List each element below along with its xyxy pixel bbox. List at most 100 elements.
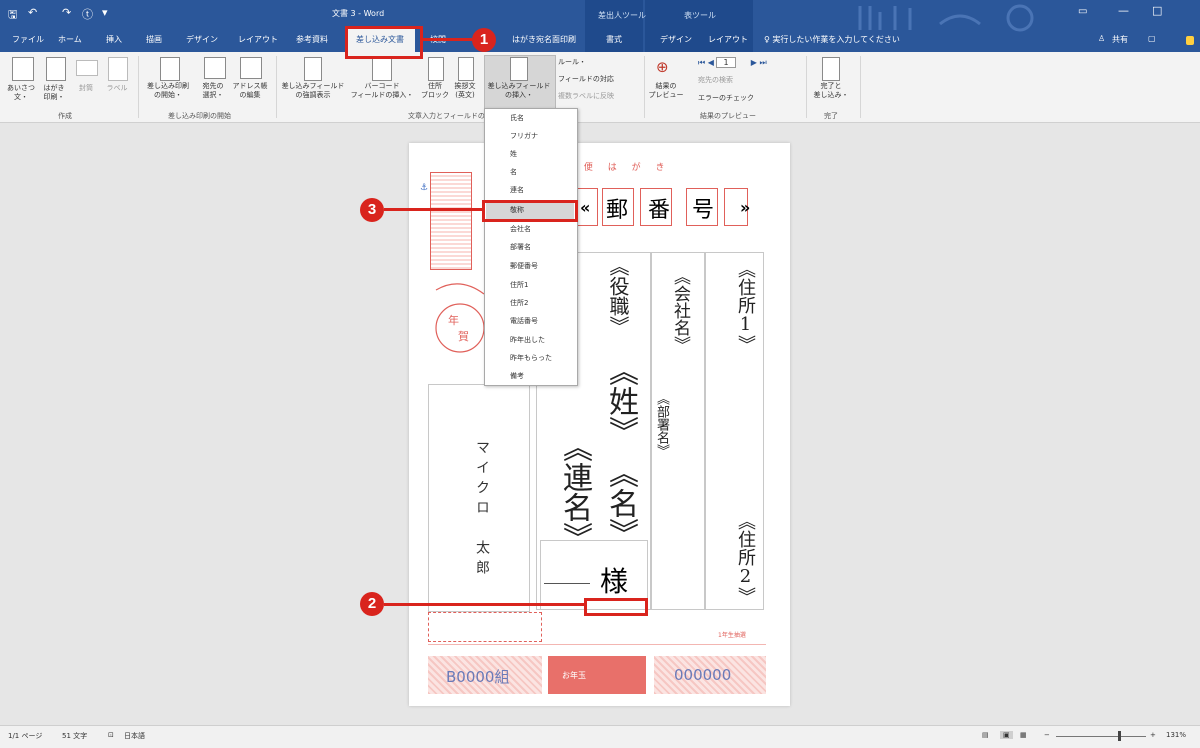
title-field: 《役職》	[606, 256, 630, 336]
highlight-fields-button[interactable]: 差し込みフィールド の強調表示	[280, 82, 346, 100]
qat-more-icon[interactable]: ▾	[102, 6, 108, 19]
word-count[interactable]: 51 文字	[62, 731, 87, 741]
share-button[interactable]: 共有	[1112, 34, 1128, 45]
sender-name: マイクロ 太郎	[474, 440, 490, 580]
notification-icon[interactable]	[1186, 36, 1194, 45]
match-fields-button[interactable]: フィールドの対応	[558, 75, 614, 84]
start-merge-button[interactable]: 差し込み印刷 の開始・	[142, 82, 194, 100]
dropdown-item[interactable]: 名	[510, 167, 517, 177]
company-field: 《会社名》	[670, 268, 690, 353]
tab-table-design[interactable]: デザイン	[660, 34, 692, 45]
callout-line	[384, 603, 584, 606]
find-recipient-button[interactable]: 宛先の検索	[698, 76, 733, 85]
context-group-table: 表ツール	[684, 11, 716, 20]
envelope-button[interactable]: 封筒	[76, 84, 96, 93]
zoom-in-icon[interactable]: +	[1150, 731, 1156, 739]
read-mode-icon[interactable]: ▤	[982, 731, 989, 739]
window-title: 文書 3 - Word	[332, 9, 385, 18]
rules-button[interactable]: ルール・	[558, 58, 586, 67]
minimize-icon[interactable]: —	[1118, 4, 1129, 17]
svg-text:年: 年	[448, 313, 459, 327]
postal-field-open: «	[580, 198, 591, 217]
page-count[interactable]: 1/1 ページ	[8, 731, 42, 741]
check-errors-button[interactable]: エラーのチェック	[698, 94, 754, 103]
greeting-line-icon	[458, 57, 474, 81]
comments-icon[interactable]: ▢	[1148, 34, 1156, 43]
dropdown-item[interactable]: 部署名	[510, 242, 531, 252]
language[interactable]: 日本語	[124, 731, 145, 741]
tell-me-box[interactable]: ♀ 実行したい作業を入力してください	[764, 34, 900, 45]
dropdown-item[interactable]: 連名	[510, 185, 524, 195]
tab-insert[interactable]: 挿入	[106, 34, 122, 45]
postcard-print-button[interactable]: はがき 印刷・	[38, 84, 70, 102]
proofing-icon[interactable]: ⊡	[108, 731, 114, 739]
finish-merge-button[interactable]: 完了と 差し込み・	[808, 82, 854, 100]
preview-results-button[interactable]: 結果の プレビュー	[648, 82, 684, 100]
save-icon[interactable]: 🖫	[8, 6, 17, 25]
zoom-out-icon[interactable]: −	[1044, 731, 1050, 739]
touch-mode-icon[interactable]: ⓣ	[82, 6, 93, 22]
dropdown-item[interactable]: 電話番号	[510, 316, 538, 326]
address1-field: 《住所1》	[735, 260, 756, 353]
tab-home[interactable]: ホーム	[58, 34, 82, 45]
tab-file[interactable]: ファイル	[12, 34, 44, 45]
tab-design[interactable]: デザイン	[186, 34, 218, 45]
dropdown-item[interactable]: 姓	[510, 149, 517, 159]
callout-line	[420, 38, 472, 41]
insert-merge-field-button[interactable]: 差し込みフィールド の挿入・	[484, 82, 554, 100]
zoom-level[interactable]: 131%	[1166, 731, 1186, 739]
tab-postcard[interactable]: はがき宛名面印刷	[512, 34, 576, 45]
select-recipients-button[interactable]: 宛先の 選択・	[196, 82, 230, 100]
zoom-slider-thumb[interactable]	[1118, 731, 1121, 741]
dropdown-item[interactable]: フリガナ	[510, 131, 538, 141]
redo-icon[interactable]: ↷	[62, 6, 71, 19]
greeting-button[interactable]: あいさつ 文・	[4, 84, 38, 102]
dropdown-item[interactable]: 昨年出した	[510, 335, 545, 345]
postcard-print-icon	[46, 57, 66, 81]
dropdown-item[interactable]: 昨年もらった	[510, 353, 552, 363]
notice-line	[428, 644, 766, 645]
record-nav[interactable]: ⏮ ◀ 1 ▶ ⏭	[698, 57, 767, 68]
tab-references[interactable]: 参考資料	[296, 34, 328, 45]
group-create: 作成	[58, 112, 72, 120]
separator	[644, 56, 645, 118]
tab-draw[interactable]: 描画	[146, 34, 162, 45]
barcode-button[interactable]: バーコード フィールドの挿入・	[346, 82, 418, 100]
finish-merge-icon	[822, 57, 840, 81]
honorific-text: 様	[600, 565, 629, 598]
honorific-line	[544, 583, 590, 584]
dropdown-item[interactable]: 会社名	[510, 224, 531, 234]
tab-table-layout[interactable]: レイアウト	[708, 34, 748, 45]
callout-box-mailings-tab	[345, 26, 423, 59]
start-merge-icon	[160, 57, 180, 81]
edit-list-button[interactable]: アドレス帳 の編集	[230, 82, 270, 100]
tab-layout[interactable]: レイアウト	[238, 34, 278, 45]
separator	[860, 56, 861, 118]
undo-icon[interactable]: ↶	[28, 6, 37, 19]
new-year-stamp-icon: 年 賀	[435, 283, 485, 353]
dropdown-item[interactable]: 住所2	[510, 298, 528, 308]
labels-button[interactable]: ラベル	[104, 84, 130, 93]
web-layout-icon[interactable]: ▦	[1020, 731, 1027, 739]
address-block-button[interactable]: 住所 ブロック	[420, 82, 450, 100]
print-layout-icon[interactable]: ▣	[1000, 731, 1013, 739]
update-labels-button[interactable]: 複数ラベルに反映	[558, 92, 614, 101]
joint-name-field: 《連名》	[557, 432, 592, 552]
dropdown-item[interactable]: 備考	[510, 371, 524, 381]
share-icon[interactable]: ♙	[1098, 34, 1105, 43]
lottery-note: 1年生抽選	[718, 632, 746, 639]
tab-format[interactable]: 書式	[606, 34, 622, 45]
postal-field-char: 番	[648, 198, 671, 223]
group-finish: 完了	[824, 112, 838, 120]
department-field: 《部署名》	[654, 392, 669, 457]
dropdown-item[interactable]: 住所1	[510, 280, 528, 290]
separator	[806, 56, 807, 118]
barcode-icon	[372, 57, 392, 81]
dropdown-item[interactable]: 氏名	[510, 113, 524, 123]
dropdown-item[interactable]: 郵便番号	[510, 261, 538, 271]
group-start-merge: 差し込み印刷の開始	[168, 112, 231, 120]
zoom-slider[interactable]	[1056, 736, 1146, 737]
ribbon-display-icon[interactable]: ▭	[1078, 6, 1087, 17]
greeting-line-button[interactable]: 挨拶文 (英文)	[450, 82, 480, 100]
maximize-icon[interactable]: □	[1152, 4, 1162, 17]
